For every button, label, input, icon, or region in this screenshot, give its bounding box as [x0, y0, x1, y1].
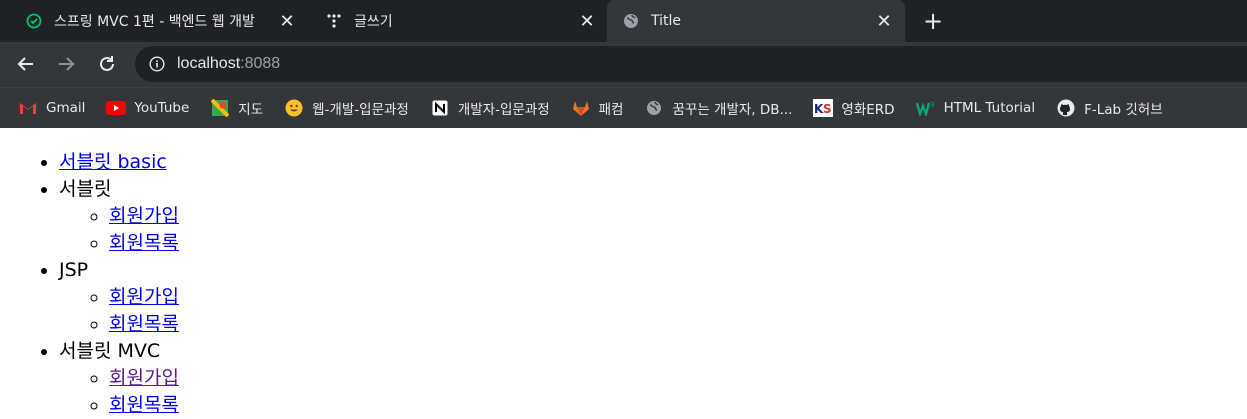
- url-port: :8088: [240, 55, 281, 72]
- bookmark-label: 개발자-입문과정: [457, 102, 550, 118]
- notion-icon: [430, 99, 450, 117]
- sub-list-item: 회원가입: [109, 365, 1247, 392]
- url-host: localhost: [177, 55, 241, 72]
- close-icon[interactable]: ✕: [875, 11, 893, 32]
- ks-icon: KS: [813, 99, 834, 117]
- forward-button[interactable]: [52, 50, 80, 78]
- list-item: 서블릿 회원가입 회원목록: [59, 176, 1247, 257]
- bookmark-paekeom[interactable]: 패컴: [571, 98, 624, 118]
- tab-inflearn[interactable]: 스프링 MVC 1편 - 백엔드 웹 개발 ✕: [10, 0, 308, 42]
- sub-list-item: 회원목록: [109, 392, 1247, 419]
- sub-list: 회원가입 회원목록: [59, 203, 1247, 257]
- section-label: 서블릿 MVC: [59, 340, 161, 362]
- bookmark-youtube[interactable]: YouTube: [106, 99, 189, 117]
- bookmark-dream-dev[interactable]: 꿈꾸는 개발자, DB...: [644, 98, 792, 118]
- tab-title: 스프링 MVC 1편 - 백엔드 웹 개발: [54, 14, 255, 30]
- bookmark-web-course[interactable]: 웹-개발-입문과정: [284, 98, 409, 118]
- address-bar[interactable]: localhost:8088: [135, 46, 1247, 82]
- list-item: 서블릿 MVC 회원가입 회원목록: [59, 338, 1247, 419]
- sub-list-item: 회원목록: [109, 230, 1247, 257]
- bookmark-label: YouTube: [134, 100, 190, 116]
- bookmark-label: 영화ERD: [841, 102, 895, 118]
- gitlab-icon: [571, 99, 591, 117]
- inflearn-icon: [26, 13, 42, 29]
- bookmark-label: 웹-개발-입문과정: [312, 102, 409, 118]
- forward-arrow-icon: [59, 57, 75, 71]
- new-tab-button[interactable]: +: [919, 7, 947, 35]
- bookmark-label: F-Lab 깃허브: [1084, 102, 1163, 118]
- section-label: 서블릿: [59, 178, 112, 200]
- bookmark-html-tutorial[interactable]: 3 HTML Tutorial: [915, 99, 1036, 117]
- sub-list-item: 회원가입: [109, 284, 1247, 311]
- globe-icon: [644, 99, 664, 117]
- youtube-icon: [106, 99, 127, 117]
- nav-list: 서블릿 basic 서블릿 회원가입 회원목록 JSP 회원가입 회원목록 서블…: [0, 149, 1247, 419]
- close-icon[interactable]: ✕: [278, 11, 296, 32]
- back-arrow-icon: [17, 57, 33, 71]
- bookmark-label: HTML Tutorial: [943, 100, 1036, 116]
- servlet-members-link[interactable]: 회원목록: [109, 232, 179, 254]
- tab-write[interactable]: 글쓰기 ✕: [310, 0, 608, 42]
- tab-title-page[interactable]: Title ✕: [607, 0, 905, 42]
- svg-text:S: S: [823, 102, 832, 116]
- bookmark-gmail[interactable]: Gmail: [18, 99, 85, 117]
- bookmark-movie-erd[interactable]: KS 영화ERD: [813, 98, 895, 118]
- reload-button[interactable]: [93, 50, 121, 78]
- sub-list: 회원가입 회원목록: [59, 365, 1247, 419]
- sub-list: 회원가입 회원목록: [59, 284, 1247, 338]
- page-content: 서블릿 basic 서블릿 회원가입 회원목록 JSP 회원가입 회원목록 서블…: [0, 149, 1247, 419]
- sub-list-item: 회원목록: [109, 311, 1247, 338]
- bookmark-label: Gmail: [46, 100, 86, 116]
- gmail-icon: [18, 99, 38, 117]
- bookmark-label: 지도: [238, 102, 264, 118]
- toolbar: localhost:8088: [0, 42, 1247, 87]
- github-icon: [1056, 99, 1076, 117]
- svg-text:3: 3: [930, 101, 934, 109]
- info-icon[interactable]: [149, 56, 165, 72]
- section-label: JSP: [59, 259, 89, 281]
- mvc-signup-link[interactable]: 회원가입: [109, 367, 179, 389]
- bookmark-maps[interactable]: 지도: [210, 98, 263, 118]
- jsp-members-link[interactable]: 회원목록: [109, 313, 179, 335]
- bookmark-flab-github[interactable]: F-Lab 깃허브: [1056, 98, 1163, 118]
- w3schools-icon: 3: [915, 99, 936, 117]
- list-item: JSP 회원가입 회원목록: [59, 257, 1247, 338]
- close-icon[interactable]: ✕: [578, 11, 596, 32]
- reload-icon: [100, 56, 114, 71]
- tab-title: 글쓰기: [354, 14, 393, 30]
- sub-list-item: 회원가입: [109, 203, 1247, 230]
- bookmark-label: 패컴: [598, 102, 624, 118]
- bookmark-label: 꿈꾸는 개발자, DB...: [672, 102, 793, 118]
- tistory-icon: [326, 13, 342, 29]
- browser-chrome: 스프링 MVC 1편 - 백엔드 웹 개발 ✕ 글쓰기 ✕ Title ✕ +: [0, 0, 1247, 128]
- tab-strip: 스프링 MVC 1편 - 백엔드 웹 개발 ✕ 글쓰기 ✕ Title ✕ +: [0, 0, 1247, 42]
- globe-icon: [623, 13, 639, 29]
- jsp-signup-link[interactable]: 회원가입: [109, 286, 179, 308]
- servlet-basic-link[interactable]: 서블릿 basic: [59, 151, 167, 173]
- smiley-icon: [284, 99, 304, 117]
- servlet-signup-link[interactable]: 회원가입: [109, 205, 179, 227]
- list-item: 서블릿 basic: [59, 149, 1247, 176]
- tab-title: Title: [651, 13, 682, 29]
- back-button[interactable]: [12, 50, 40, 78]
- bookmarks-bar: Gmail YouTube 지도 웹-개발-입문과정 개발자-입문과정 패컴 꿈…: [0, 87, 1247, 128]
- maps-icon: [210, 99, 230, 117]
- bookmark-dev-course[interactable]: 개발자-입문과정: [430, 98, 550, 118]
